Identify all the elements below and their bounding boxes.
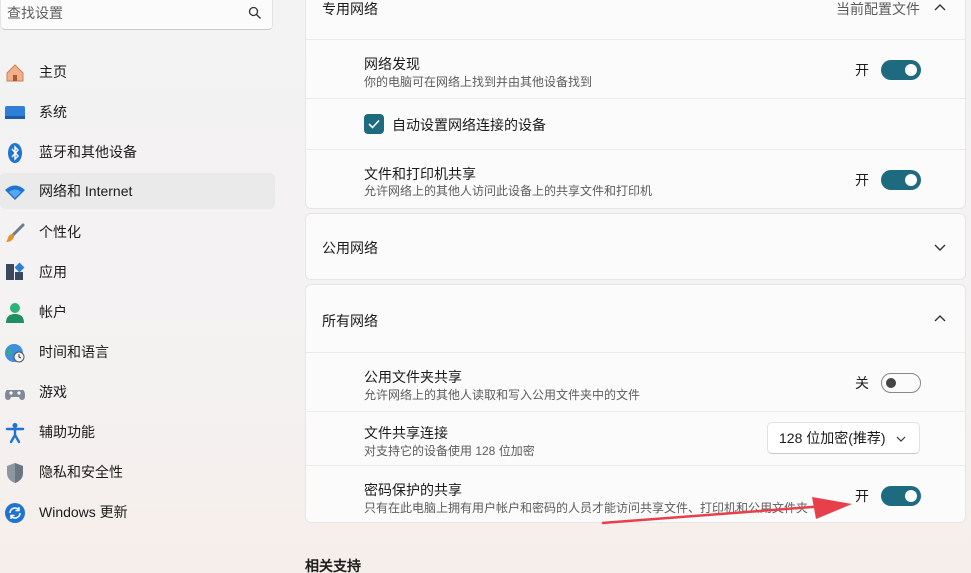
sidebar-item-label: 帐户 [39, 304, 67, 320]
auto-setup-checkbox[interactable] [364, 114, 384, 134]
public-folder-sharing-row: 公用文件夹共享 允许网络上的其他人读取和写入公用文件夹中的文件 关 [306, 352, 965, 411]
sidebar-item-label: 隐私和安全性 [39, 464, 123, 480]
private-network-title: 专用网络 [322, 1, 378, 17]
chevron-up-icon[interactable] [933, 1, 947, 15]
search-icon[interactable] [248, 6, 262, 20]
sidebar-item-label: 主页 [39, 64, 67, 80]
chevron-down-icon[interactable] [933, 240, 947, 254]
search-input[interactable]: 查找设置 [7, 3, 272, 23]
toggle-state-label: 开 [855, 172, 869, 188]
current-profile-label: 当前配置文件 [836, 1, 920, 17]
accessibility-icon [5, 423, 25, 444]
gamepad-icon [5, 390, 25, 400]
toggle-knob [886, 378, 896, 388]
annotation-arrow-icon [601, 497, 852, 525]
related-support-heading: 相关支持 [305, 558, 361, 573]
network-discovery-toggle[interactable] [881, 60, 921, 80]
encryption-dropdown-value: 128 位加密(推荐) [779, 430, 886, 446]
file-printer-sharing-toggle[interactable] [881, 170, 921, 190]
password-protected-sharing-toggle[interactable] [881, 486, 921, 506]
file-printer-sharing-toggle-group: 开 [855, 170, 921, 190]
sidebar-item-label: 辅助功能 [39, 424, 95, 440]
shield-icon [7, 463, 23, 483]
sidebar-item-system[interactable]: 系统 [0, 94, 275, 130]
private-network-card: 专用网络 当前配置文件 网络发现 你的电脑可在网络上找到并由其他设备找到 开 自… [305, 0, 966, 209]
search-box[interactable]: 查找设置 [0, 0, 273, 30]
public-folder-sharing-toggle[interactable] [881, 373, 921, 393]
sidebar-item-label: 系统 [39, 104, 67, 120]
encryption-dropdown[interactable]: 128 位加密(推荐) [767, 422, 920, 454]
auto-setup-row: 自动设置网络连接的设备 [306, 98, 965, 149]
chevron-down-icon [896, 436, 906, 442]
sidebar-item-gaming[interactable]: 游戏 [0, 374, 275, 410]
sidebar-item-label: 个性化 [39, 224, 81, 240]
network-discovery-title: 网络发现 [364, 56, 420, 72]
toggle-knob [905, 64, 917, 76]
file-printer-sharing-title: 文件和打印机共享 [364, 166, 476, 182]
apps-icon [6, 262, 25, 280]
password-protected-sharing-title: 密码保护的共享 [364, 482, 462, 498]
sidebar-item-network[interactable]: 网络和 Internet [0, 173, 275, 209]
file-sharing-connection-title: 文件共享连接 [364, 425, 448, 441]
private-network-header[interactable]: 专用网络 当前配置文件 [306, 0, 965, 39]
sidebar-item-label: 蓝牙和其他设备 [39, 144, 137, 160]
display-icon [5, 106, 25, 119]
sidebar-item-label: Windows 更新 [39, 504, 128, 520]
network-discovery-subtitle: 你的电脑可在网络上找到并由其他设备找到 [364, 75, 593, 89]
person-icon [6, 303, 24, 323]
sidebar-item-accounts[interactable]: 帐户 [0, 294, 275, 330]
chevron-up-icon[interactable] [933, 312, 947, 326]
all-networks-title: 所有网络 [322, 313, 378, 329]
sidebar-item-label: 网络和 Internet [39, 183, 133, 199]
all-networks-header[interactable]: 所有网络 [306, 285, 965, 352]
sidebar: 查找设置 主页 系统 蓝牙和其他设备 网络和 Internet 个性化 应用 帐… [0, 0, 290, 573]
toggle-knob [905, 174, 917, 186]
auto-setup-label: 自动设置网络连接的设备 [392, 117, 546, 133]
home-icon [6, 64, 24, 82]
password-protected-sharing-toggle-group: 开 [855, 486, 921, 506]
file-sharing-connection-row: 文件共享连接 对支持它的设备使用 128 位加密 128 位加密(推荐) [306, 411, 965, 465]
globe-clock-icon [5, 344, 25, 363]
public-network-title: 公用网络 [322, 240, 378, 256]
brush-icon [6, 223, 25, 242]
toggle-state-label: 开 [855, 62, 869, 78]
public-network-card[interactable]: 公用网络 [305, 213, 966, 280]
update-icon [5, 503, 25, 523]
network-discovery-row: 网络发现 你的电脑可在网络上找到并由其他设备找到 开 [306, 39, 965, 98]
sidebar-item-label: 游戏 [39, 384, 67, 400]
all-networks-card: 所有网络 公用文件夹共享 允许网络上的其他人读取和写入公用文件夹中的文件 关 文… [305, 284, 966, 523]
sidebar-item-windows-update[interactable]: Windows 更新 [0, 494, 275, 530]
sidebar-item-time-language[interactable]: 时间和语言 [0, 334, 275, 370]
file-sharing-connection-subtitle: 对支持它的设备使用 128 位加密 [364, 444, 535, 458]
public-folder-sharing-title: 公用文件夹共享 [364, 369, 462, 385]
bluetooth-icon [8, 143, 22, 163]
file-printer-sharing-subtitle: 允许网络上的其他人访问此设备上的共享文件和打印机 [364, 184, 653, 198]
checkmark-icon [368, 119, 380, 129]
file-printer-sharing-row: 文件和打印机共享 允许网络上的其他人访问此设备上的共享文件和打印机 开 [306, 149, 965, 209]
sidebar-item-privacy[interactable]: 隐私和安全性 [0, 454, 275, 490]
sidebar-item-personalization[interactable]: 个性化 [0, 214, 275, 250]
wifi-icon [5, 185, 25, 200]
public-folder-sharing-subtitle: 允许网络上的其他人读取和写入公用文件夹中的文件 [364, 388, 641, 402]
sidebar-item-home[interactable]: 主页 [0, 54, 275, 90]
public-folder-sharing-toggle-group: 关 [855, 373, 921, 393]
toggle-knob [905, 490, 917, 502]
sidebar-item-apps[interactable]: 应用 [0, 254, 275, 290]
toggle-state-label: 关 [855, 375, 869, 391]
network-discovery-toggle-group: 开 [855, 60, 921, 80]
sidebar-item-accessibility[interactable]: 辅助功能 [0, 414, 275, 450]
sidebar-item-label: 时间和语言 [39, 344, 109, 360]
sidebar-item-label: 应用 [39, 264, 67, 280]
sidebar-item-bluetooth[interactable]: 蓝牙和其他设备 [0, 134, 275, 170]
